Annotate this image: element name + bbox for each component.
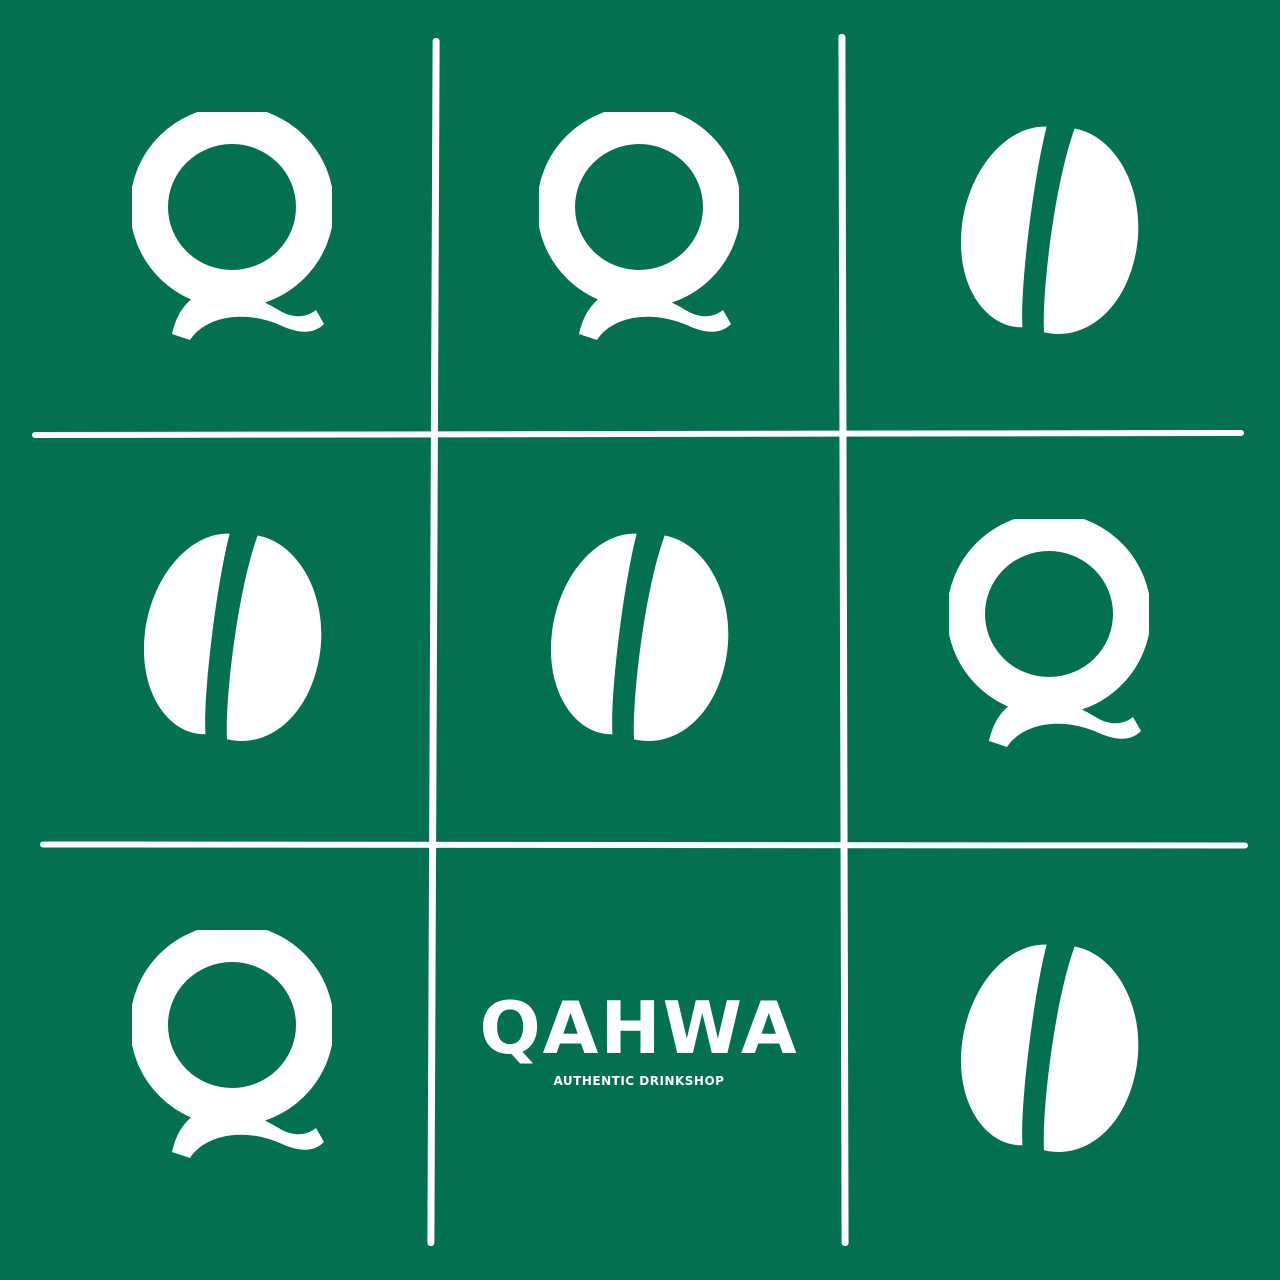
q-letter-icon bbox=[132, 112, 332, 352]
cell-2-1[interactable] bbox=[30, 437, 434, 841]
tic-tac-toe-board: QAHWA AUTHENTIC DRINKSHOP bbox=[0, 0, 1280, 1280]
cell-1-3[interactable] bbox=[847, 30, 1251, 434]
cell-1-2[interactable] bbox=[437, 30, 841, 434]
coffee-bean-icon bbox=[137, 529, 327, 749]
coffee-bean-icon bbox=[954, 940, 1144, 1160]
q-letter-icon bbox=[132, 930, 332, 1170]
coffee-bean-icon bbox=[544, 529, 734, 749]
brand-name: QAHWA bbox=[479, 986, 799, 1070]
coffee-bean-icon bbox=[954, 122, 1144, 342]
q-letter-icon bbox=[949, 519, 1149, 759]
brand-tagline: AUTHENTIC DRINKSHOP bbox=[553, 1074, 725, 1088]
cell-3-3[interactable] bbox=[847, 848, 1251, 1252]
q-letter-icon bbox=[539, 112, 739, 352]
qahwa-logo: QAHWA AUTHENTIC DRINKSHOP bbox=[479, 992, 798, 1088]
cell-3-2[interactable]: QAHWA AUTHENTIC DRINKSHOP bbox=[437, 848, 841, 1252]
cell-1-1[interactable] bbox=[30, 30, 434, 434]
cell-3-1[interactable] bbox=[30, 848, 434, 1252]
cell-2-2[interactable] bbox=[437, 437, 841, 841]
cell-2-3[interactable] bbox=[847, 437, 1251, 841]
